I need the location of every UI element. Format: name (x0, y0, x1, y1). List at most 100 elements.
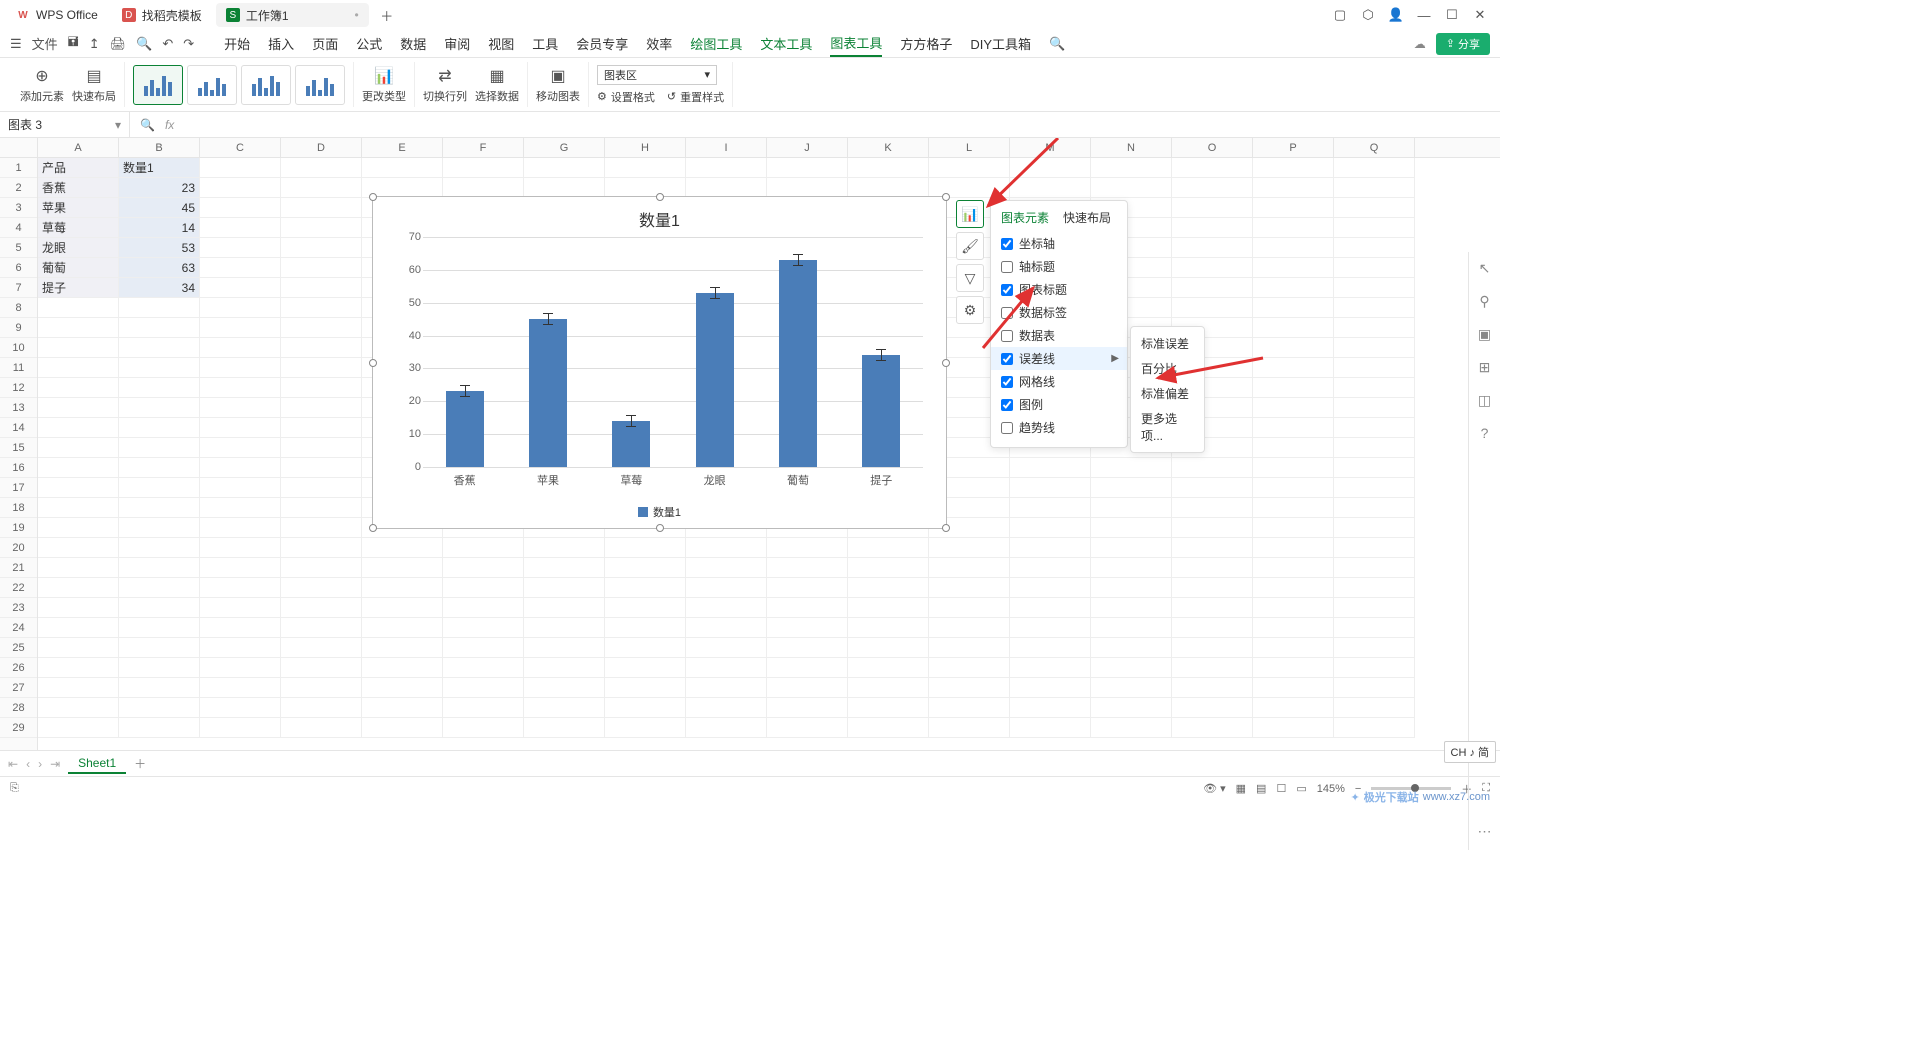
cell[interactable] (1010, 458, 1091, 478)
cell[interactable] (1334, 718, 1415, 738)
components-icon[interactable]: ◫ (1478, 392, 1491, 409)
cell[interactable] (38, 638, 119, 658)
cell[interactable] (1010, 498, 1091, 518)
tab-view[interactable]: 视图 (488, 31, 514, 56)
submenu-more-options[interactable]: 更多选项... (1131, 406, 1204, 448)
cell[interactable] (119, 498, 200, 518)
cell[interactable] (1172, 578, 1253, 598)
chart-bar[interactable] (779, 260, 817, 467)
row-header[interactable]: 27 (0, 678, 37, 698)
spreadsheet-grid[interactable]: 1234567891011121314151617181920212223242… (0, 138, 1500, 750)
row-header[interactable]: 8 (0, 298, 37, 318)
cell[interactable] (200, 438, 281, 458)
cell[interactable] (281, 658, 362, 678)
fx-icon[interactable]: fx (165, 118, 174, 132)
cell[interactable] (200, 298, 281, 318)
tab-start[interactable]: 开始 (224, 31, 250, 56)
col-header[interactable]: B (119, 138, 200, 157)
page-view-icon[interactable]: ☐ (1276, 782, 1286, 795)
col-header[interactable]: J (767, 138, 848, 157)
cell[interactable] (1253, 498, 1334, 518)
cursor-icon[interactable]: ↖ (1479, 260, 1491, 277)
cell[interactable] (200, 158, 281, 178)
cell[interactable] (281, 418, 362, 438)
cell[interactable] (443, 158, 524, 178)
row-header[interactable]: 20 (0, 538, 37, 558)
row-header[interactable]: 29 (0, 718, 37, 738)
cell[interactable] (1172, 498, 1253, 518)
cell[interactable] (929, 538, 1010, 558)
cell[interactable] (119, 298, 200, 318)
cell[interactable] (1253, 438, 1334, 458)
cell[interactable]: 14 (119, 218, 200, 238)
cell[interactable] (200, 218, 281, 238)
cell[interactable] (281, 578, 362, 598)
cell[interactable] (929, 598, 1010, 618)
cell[interactable] (929, 158, 1010, 178)
cell[interactable] (200, 538, 281, 558)
cell[interactable] (281, 478, 362, 498)
cell[interactable] (1334, 418, 1415, 438)
cell[interactable] (1334, 478, 1415, 498)
cell[interactable]: 34 (119, 278, 200, 298)
cell[interactable] (119, 478, 200, 498)
row-header[interactable]: 25 (0, 638, 37, 658)
cell[interactable] (1172, 558, 1253, 578)
cell[interactable] (119, 418, 200, 438)
cell[interactable] (200, 678, 281, 698)
cell[interactable] (1010, 718, 1091, 738)
cell[interactable] (200, 598, 281, 618)
row-header[interactable]: 7 (0, 278, 37, 298)
row-header[interactable]: 3 (0, 198, 37, 218)
cube-icon[interactable]: ⬡ (1354, 3, 1382, 27)
cell[interactable] (1334, 338, 1415, 358)
cell[interactable] (200, 358, 281, 378)
cell[interactable] (38, 498, 119, 518)
cell[interactable] (848, 678, 929, 698)
cell[interactable] (1091, 558, 1172, 578)
cell[interactable] (281, 378, 362, 398)
cell[interactable] (1091, 578, 1172, 598)
cell[interactable] (443, 698, 524, 718)
cell[interactable] (281, 518, 362, 538)
row-header[interactable]: 2 (0, 178, 37, 198)
cell[interactable] (38, 458, 119, 478)
cell[interactable] (686, 538, 767, 558)
library-icon[interactable]: ⊞ (1479, 359, 1491, 376)
chart-style-gallery[interactable] (133, 65, 345, 105)
cell[interactable] (767, 698, 848, 718)
popup-tab-layout[interactable]: 快速布局 (1063, 209, 1111, 226)
cell[interactable] (362, 638, 443, 658)
cell[interactable] (362, 698, 443, 718)
select-all-corner[interactable] (0, 138, 37, 158)
cell[interactable] (119, 458, 200, 478)
cell[interactable]: 草莓 (38, 218, 119, 238)
cell[interactable] (686, 618, 767, 638)
cell[interactable] (281, 678, 362, 698)
cell[interactable] (1253, 378, 1334, 398)
normal-view-icon[interactable]: ▤ (1256, 782, 1266, 795)
cell[interactable] (200, 618, 281, 638)
cell[interactable] (524, 578, 605, 598)
cell[interactable] (119, 578, 200, 598)
chart-element-option[interactable]: 轴标题 (991, 255, 1127, 278)
cell[interactable] (1334, 558, 1415, 578)
cell[interactable] (1253, 658, 1334, 678)
col-header[interactable]: O (1172, 138, 1253, 157)
cell[interactable] (1253, 358, 1334, 378)
cell[interactable] (1334, 638, 1415, 658)
cell[interactable] (119, 678, 200, 698)
chart-plot-area[interactable]: 010203040506070 (423, 237, 923, 467)
cell[interactable]: 数量1 (119, 158, 200, 178)
checkbox[interactable] (1001, 330, 1013, 342)
cell[interactable] (38, 538, 119, 558)
cell[interactable] (1010, 518, 1091, 538)
cell[interactable] (1091, 498, 1172, 518)
cell[interactable] (767, 578, 848, 598)
tab-fangfang[interactable]: 方方格子 (900, 31, 952, 56)
tab-diy[interactable]: DIY工具箱 (970, 31, 1031, 56)
cell[interactable] (929, 658, 1010, 678)
cell[interactable] (362, 658, 443, 678)
row-header[interactable]: 26 (0, 658, 37, 678)
new-tab-button[interactable]: ＋ (373, 3, 401, 27)
